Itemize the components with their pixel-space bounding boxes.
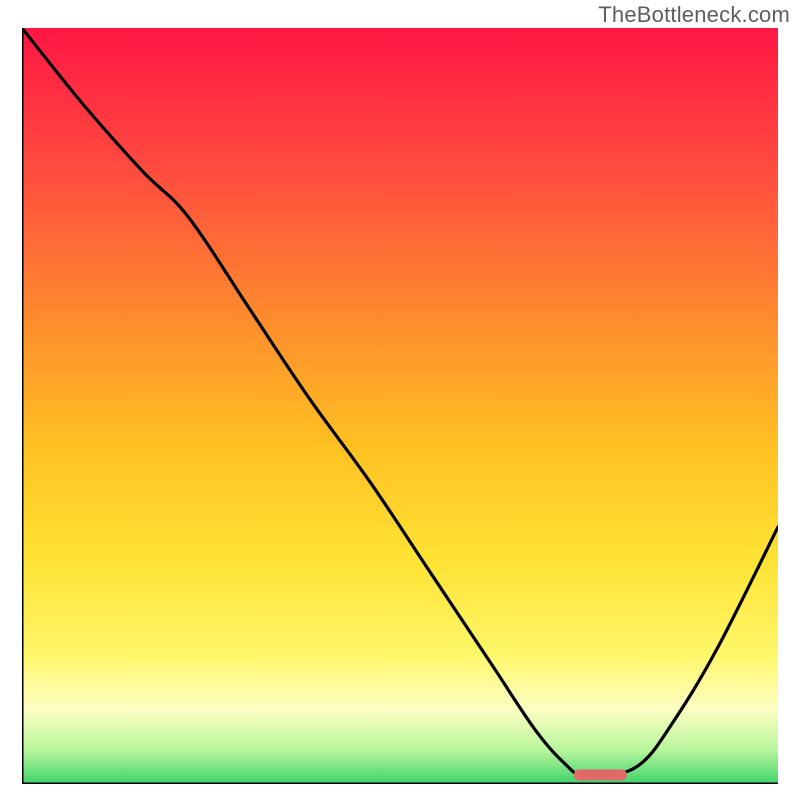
optimum-marker xyxy=(574,769,627,780)
plot-area xyxy=(22,28,778,784)
gradient-background xyxy=(22,28,778,784)
watermark-text: TheBottleneck.com xyxy=(598,2,790,28)
chart-stage: TheBottleneck.com xyxy=(0,0,800,800)
chart-svg xyxy=(22,28,778,784)
